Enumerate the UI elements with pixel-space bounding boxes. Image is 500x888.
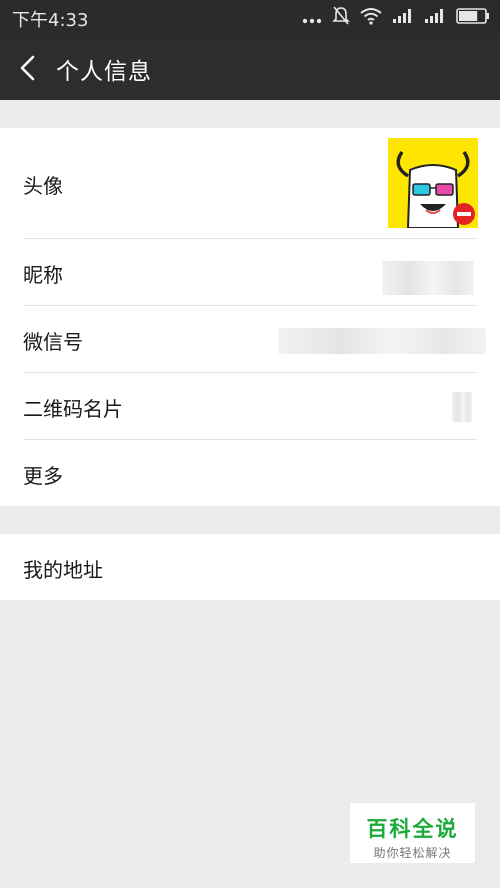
wechat-id-row[interactable]: 微信号	[0, 306, 500, 372]
nickname-label: 昵称	[23, 263, 63, 287]
more-row[interactable]: 更多	[0, 440, 500, 506]
wechat-id-label: 微信号	[23, 330, 83, 354]
qr-code-icon	[452, 392, 472, 422]
my-address-row[interactable]: 我的地址	[0, 534, 500, 600]
wifi-icon	[360, 7, 382, 29]
battery-icon	[456, 8, 490, 28]
mute-bell-icon	[332, 6, 350, 30]
signal-icon	[424, 8, 446, 28]
my-address-label: 我的地址	[23, 558, 103, 582]
avatar-image	[388, 138, 478, 228]
nickname-value-blurred	[382, 261, 474, 295]
status-icons	[302, 6, 490, 30]
status-time: 下午4:33	[12, 10, 89, 31]
back-button[interactable]	[14, 50, 44, 86]
address-group: 我的地址	[0, 534, 500, 600]
watermark-title: 百科全说	[366, 817, 459, 841]
avatar-row[interactable]: 头像	[0, 128, 500, 238]
title-bar: 个人信息	[0, 36, 500, 100]
back-arrow-icon	[20, 55, 35, 81]
wechat-id-value-blurred	[278, 328, 486, 354]
watermark: 百科全说 助你轻松解决	[350, 803, 475, 863]
page-title: 个人信息	[56, 59, 152, 85]
qr-code-row[interactable]: 二维码名片	[0, 373, 500, 439]
signal-icon	[392, 8, 414, 28]
status-bar: 下午4:33	[0, 0, 500, 36]
avatar[interactable]	[388, 138, 478, 228]
profile-info-group: 头像 昵称 微信号 二维码名片 更多	[0, 128, 500, 506]
watermark-subtitle: 助你轻松解决	[373, 846, 452, 860]
avatar-label: 头像	[23, 174, 63, 198]
nickname-row[interactable]: 昵称	[0, 239, 500, 305]
qr-code-label: 二维码名片	[23, 397, 123, 421]
more-dots-icon	[302, 9, 322, 28]
more-label: 更多	[23, 464, 63, 488]
